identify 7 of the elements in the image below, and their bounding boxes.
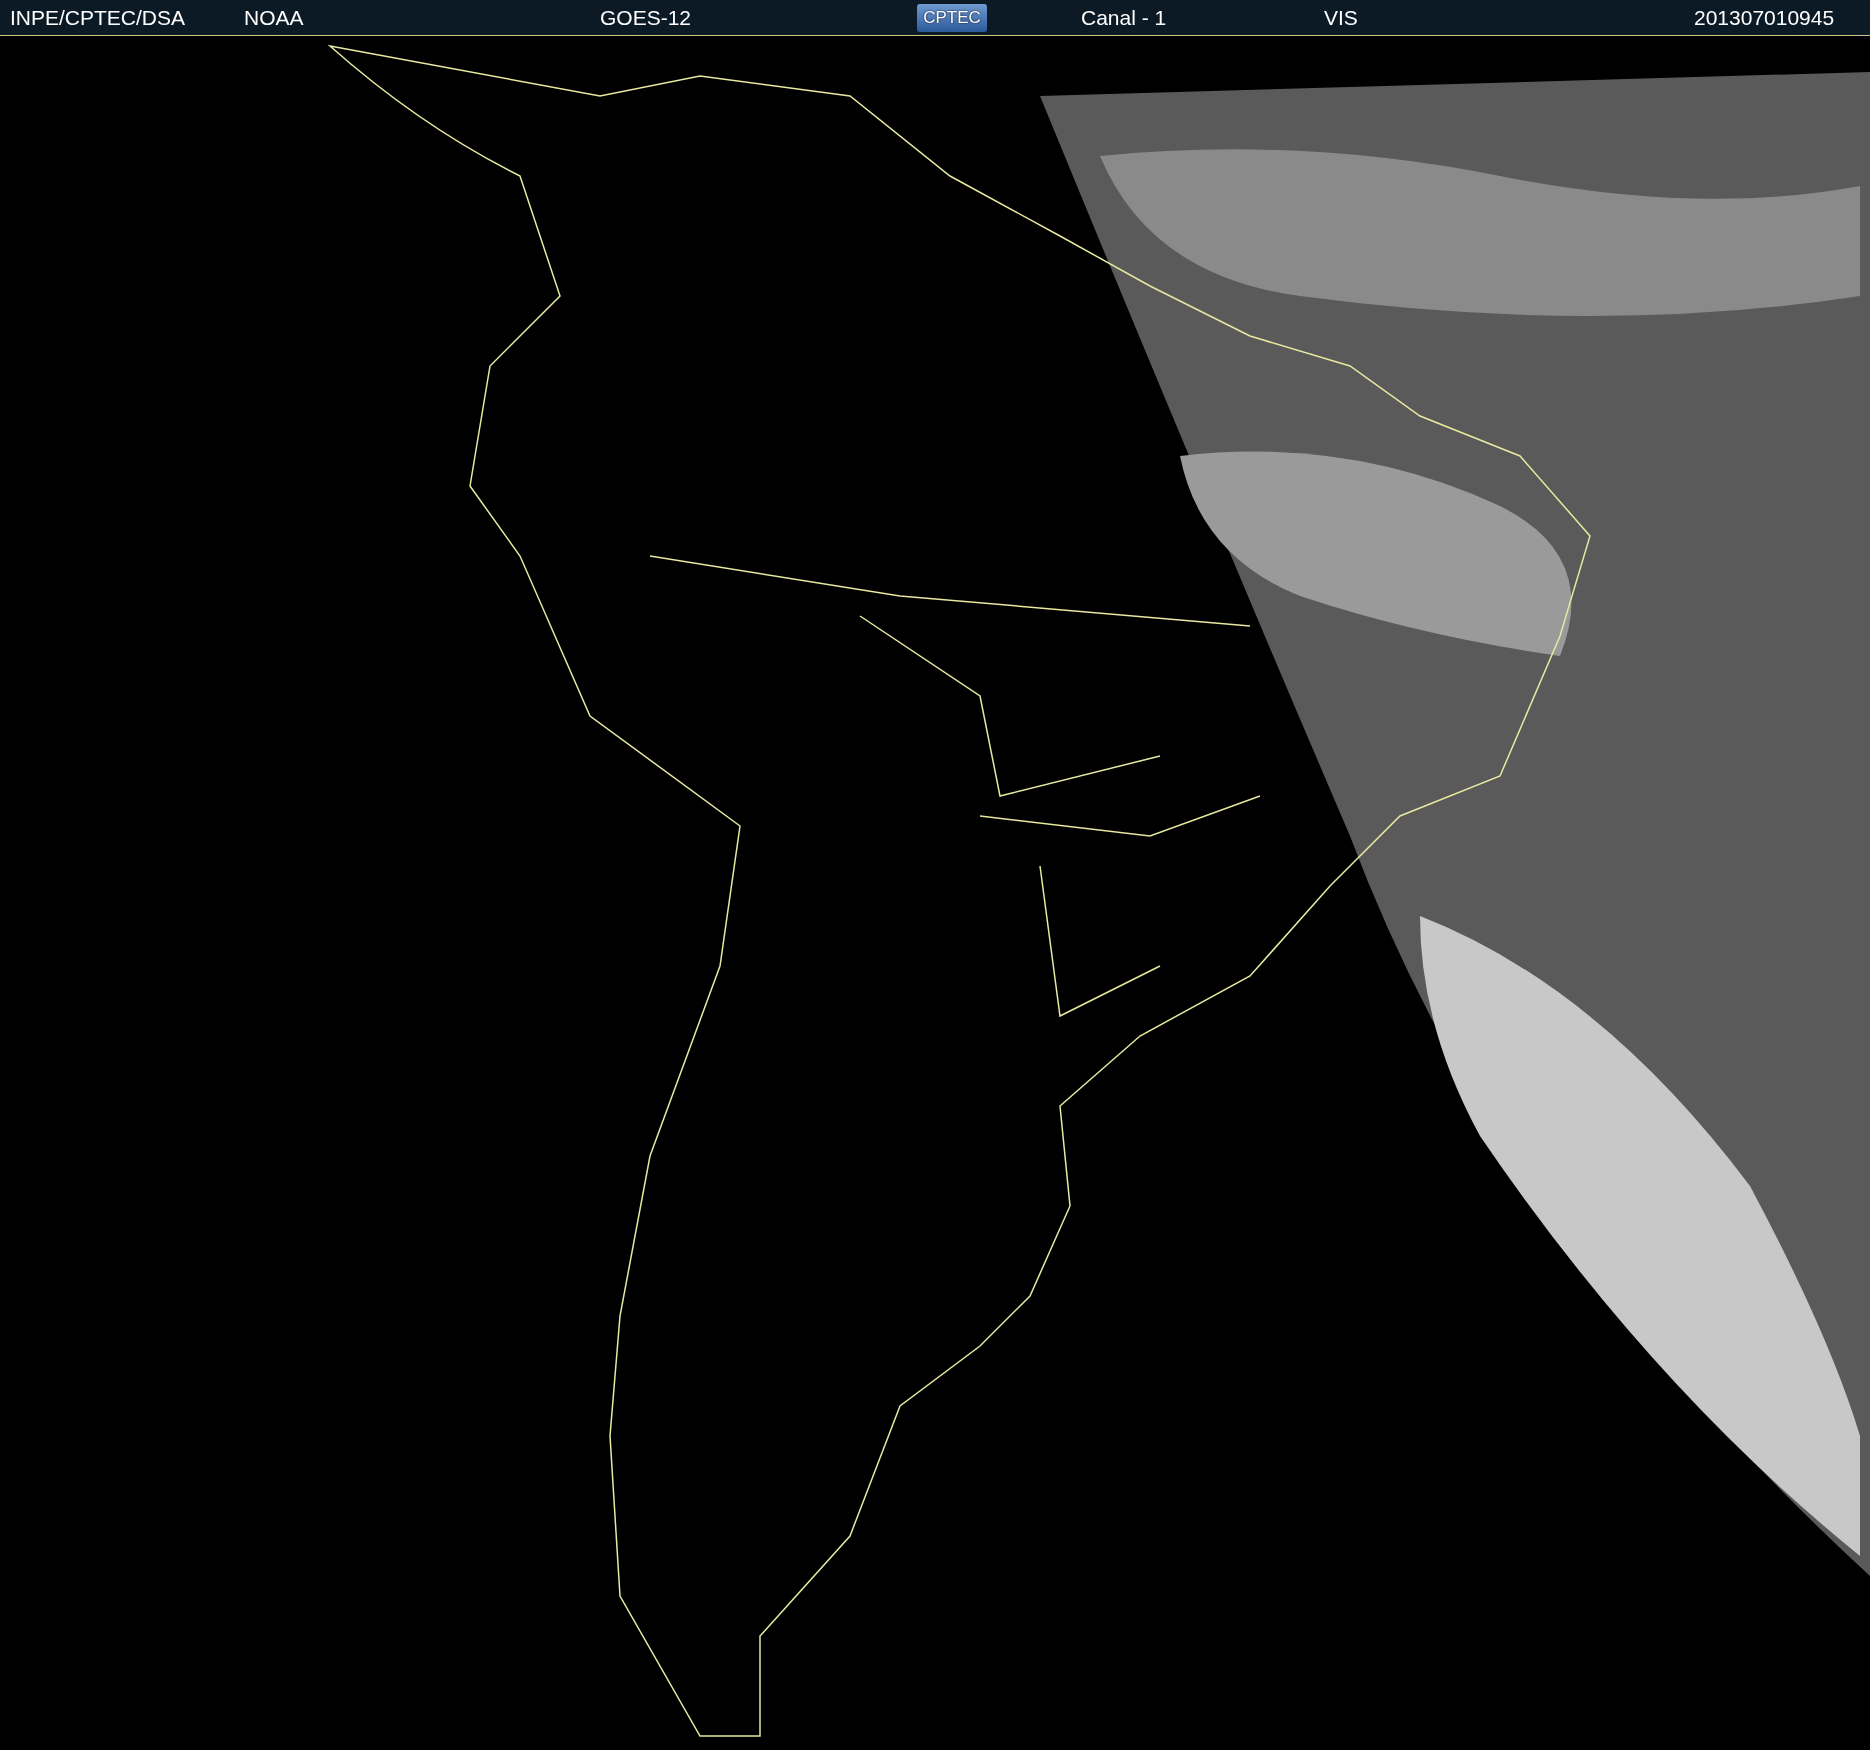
source-label: INPE/CPTEC/DSA (10, 5, 187, 30)
agency-label: NOAA (244, 5, 305, 30)
satellite-label: GOES-12 (600, 5, 693, 30)
channel-label: Canal - 1 (1081, 5, 1168, 30)
logo: CPTEC (917, 3, 987, 32)
timestamp-label: 201307010945 (1694, 5, 1835, 30)
band-label: VIS (1324, 5, 1359, 30)
